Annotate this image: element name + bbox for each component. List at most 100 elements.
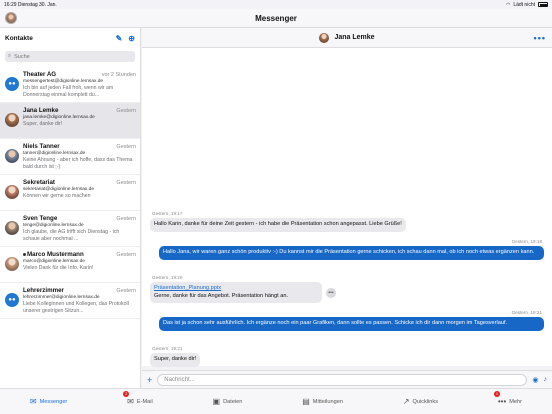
contact-email: jana.lemke@digionline.lernsax.de xyxy=(23,115,95,120)
avatar xyxy=(5,185,19,199)
contact-preview: Ich glaube, die AG trifft sich Dienstag … xyxy=(23,229,120,242)
message-meta: Gestern, 19:18 xyxy=(511,239,542,244)
message-bubble-outgoing[interactable]: Hallo Jana, wir waren ganz schön produkt… xyxy=(159,246,544,260)
tab-notifications[interactable]: ▤ Mitteilungen xyxy=(302,397,343,406)
contact-name-text: Marco Mustermann xyxy=(27,251,84,258)
contact-preview: Können wir gerne so machen xyxy=(23,193,91,199)
message-bubble-incoming[interactable]: Präsentation_Planung.pptx Gerne, danke f… xyxy=(150,282,322,303)
contact-preview: Vielen Dank für die Info, Karin! xyxy=(23,265,94,271)
tab-email[interactable]: 2 ✉ E-Mail xyxy=(123,391,153,406)
message-composer: + Nachricht... ◉ ♪ xyxy=(142,370,552,388)
add-contact-icon[interactable]: ⊕ xyxy=(128,34,135,43)
chat-thread: Gestern, 19:17 Hallo Karin, danke für de… xyxy=(142,48,552,367)
chat-header: Jana Lemke ••• xyxy=(142,28,552,48)
reaction-icon[interactable]: ••• xyxy=(326,288,336,298)
avatar xyxy=(5,221,19,235)
message-meta: Gestern, 19:20 xyxy=(152,275,183,280)
message-meta: Gestern, 19:21 xyxy=(152,346,183,351)
contact-name: Jana Lemke xyxy=(23,107,59,114)
contact-email: marco@digionline.lernsax.de xyxy=(23,259,85,264)
more-icon: ••• xyxy=(497,397,507,406)
contact-name: Lehrerzimmer xyxy=(23,287,64,294)
contact-name: Theater AG xyxy=(23,71,57,78)
add-attachment-icon[interactable]: + xyxy=(147,375,152,385)
contact-time: vor 2 Stunden xyxy=(101,72,136,78)
contact-email: sekretariat@digionline.lernsax.de xyxy=(23,187,94,192)
avatar[interactable] xyxy=(319,32,330,43)
contact-time: Gestern xyxy=(116,216,136,222)
contact-item-lehrerzimmer[interactable]: ●● Lehrerzimmer Gestern lehrerzimmer@digi… xyxy=(0,283,140,319)
contact-item-sven-tenge[interactable]: Sven Tenge Gestern tenge@digionline.lerns… xyxy=(0,211,140,247)
chat-contact-name: Jana Lemke xyxy=(334,34,375,41)
contacts-sidebar: Kontakte ✎ ⊕ ⌕ Suche ●● Theater AG vor 2 … xyxy=(0,28,141,388)
contact-item-marco-mustermann[interactable]: Marco Mustermann Gestern marco@digionline… xyxy=(0,247,140,283)
contact-email: tanner@digionline.lernsax.de xyxy=(23,151,86,156)
attachment-link[interactable]: Präsentation_Planung.pptx xyxy=(154,285,318,293)
contact-item-sekretariat[interactable]: Sekretariat Gestern sekretariat@digionlin… xyxy=(0,175,140,211)
avatar xyxy=(5,113,19,127)
tab-label: E-Mail xyxy=(136,398,153,405)
message-meta: Gestern, 19:17 xyxy=(152,211,183,216)
sidebar-title: Kontakte xyxy=(5,34,33,42)
avatar xyxy=(5,257,19,271)
contact-item-theater-ag[interactable]: ●● Theater AG vor 2 Stunden messengertest… xyxy=(0,67,140,103)
message-bubble-outgoing[interactable]: Das ist ja schon sehr ausführlich. Ich e… xyxy=(159,317,544,331)
contact-name: Niels Tanner xyxy=(23,143,60,150)
contact-email: tenge@digionline.lernsax.de xyxy=(23,223,84,228)
messenger-icon: ✉ xyxy=(29,397,37,406)
message-text: Gerne, danke für das Angebot. Präsentati… xyxy=(154,292,289,299)
tab-label: Quicklinks xyxy=(412,398,439,405)
contact-time: Gestern xyxy=(116,180,136,186)
contact-time: Gestern xyxy=(116,144,136,150)
unread-dot-icon xyxy=(23,252,26,256)
email-icon: ✉ xyxy=(127,397,134,406)
contact-name: Marco Mustermann xyxy=(23,251,84,258)
message-meta: Gestern, 19:21 xyxy=(511,310,542,315)
tab-messenger[interactable]: ✉ Messenger xyxy=(30,397,67,406)
tab-more[interactable]: 1 ••• Mehr xyxy=(493,391,523,406)
group-icon: ●● xyxy=(5,77,19,91)
microphone-icon[interactable]: ♪ xyxy=(544,376,548,383)
status-bar: 16:29 Dienstag 30. Jan. ◠ Lädt nicht xyxy=(0,0,552,9)
contact-time: Gestern xyxy=(116,288,136,294)
quicklinks-icon: ↗ xyxy=(402,397,410,406)
avatar xyxy=(5,149,19,163)
compose-icon[interactable]: ✎ xyxy=(116,34,123,43)
tab-quicklinks[interactable]: ↗ Quicklinks xyxy=(403,397,438,406)
camera-icon[interactable]: ◉ xyxy=(532,376,538,384)
app-title: Messenger xyxy=(255,13,297,23)
contact-preview: Keine Ahnung - aber ich hoffe, dass das … xyxy=(23,157,133,170)
notifications-icon: ▤ xyxy=(302,397,310,406)
app-header: Messenger xyxy=(0,9,552,28)
contact-email: messengertest@digionline.lernsax.de xyxy=(23,79,104,84)
message-placeholder: Nachricht... xyxy=(164,376,195,383)
contact-item-niels-tanner[interactable]: Niels Tanner Gestern tanner@digionline.le… xyxy=(0,139,140,175)
contact-time: Gestern xyxy=(116,108,136,114)
wifi-icon: ◠ xyxy=(505,1,511,8)
tab-label: Mehr xyxy=(509,398,523,405)
files-icon: ▣ xyxy=(212,397,221,406)
message-bubble-incoming[interactable]: Hallo Karin, danke für deine Zeit gester… xyxy=(150,218,406,232)
contact-time: Gestern xyxy=(116,252,136,258)
contact-preview: Super, danke dir! xyxy=(23,121,63,127)
user-avatar[interactable] xyxy=(5,12,17,24)
message-input[interactable]: Nachricht... xyxy=(157,373,528,386)
tab-label: Dateien xyxy=(223,398,243,405)
status-date: Dienstag 30. Jan. xyxy=(17,1,57,8)
contact-name: Sven Tenge xyxy=(23,215,58,222)
contact-name: Sekretariat xyxy=(23,179,55,186)
message-bubble-incoming[interactable]: Super, danke dir! xyxy=(150,353,201,367)
contact-item-jana-lemke[interactable]: Jana Lemke Gestern jana.lemke@digionline.… xyxy=(0,103,140,139)
battery-label: Lädt nicht xyxy=(513,1,535,8)
search-input[interactable]: ⌕ Suche xyxy=(5,51,135,62)
search-icon: ⌕ xyxy=(8,53,12,59)
contact-preview: Liebe Kolleginnen und Kollegen, das Prot… xyxy=(23,301,129,314)
tab-label: Messenger xyxy=(39,398,68,405)
more-options-icon[interactable]: ••• xyxy=(534,33,546,43)
status-time: 16:29 xyxy=(4,1,17,8)
battery-icon xyxy=(538,2,548,7)
search-placeholder: Suche xyxy=(14,53,30,60)
tab-label: Mitteilungen xyxy=(312,398,343,405)
tab-files[interactable]: ▣ Dateien xyxy=(213,397,243,406)
tab-bar: ✉ Messenger 2 ✉ E-Mail ▣ Dateien ▤ Mitte… xyxy=(0,388,552,414)
